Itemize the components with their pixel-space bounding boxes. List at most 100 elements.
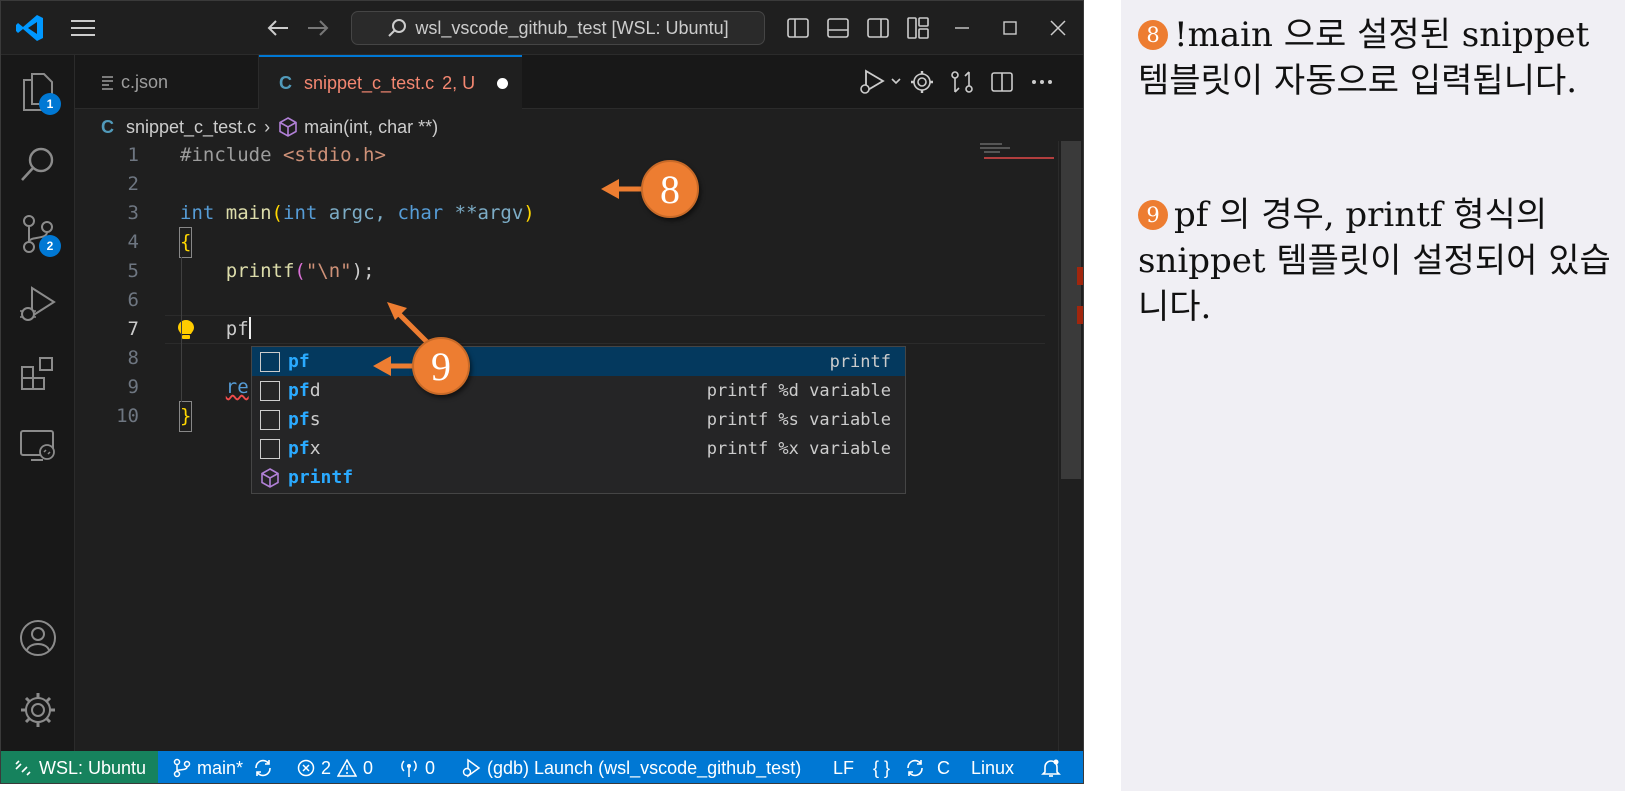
notifications-button[interactable] bbox=[1041, 751, 1061, 783]
run-debug-dropdown[interactable] bbox=[855, 67, 907, 97]
toggle-panel-icon[interactable] bbox=[823, 13, 853, 43]
more-actions-icon[interactable] bbox=[1027, 67, 1057, 97]
suggestion-item[interactable]: pfd printf %d variable bbox=[252, 376, 905, 405]
language-indicator[interactable]: C bbox=[905, 751, 950, 783]
line-end: ); bbox=[351, 260, 375, 282]
error-marker bbox=[1077, 306, 1083, 324]
symbol-method-icon bbox=[279, 117, 297, 137]
indent-guide bbox=[181, 257, 182, 402]
tab-label: c.json bbox=[121, 71, 169, 92]
ports-count: 0 bbox=[425, 757, 436, 778]
suggestion-match: pf bbox=[288, 351, 310, 372]
breadcrumb-symbol[interactable]: main(int, char **) bbox=[304, 117, 438, 138]
tab-c-json[interactable]: c.json bbox=[75, 55, 259, 109]
cursor bbox=[248, 317, 251, 339]
run-debug-button[interactable] bbox=[1, 269, 75, 339]
toggle-secondary-sidebar-icon[interactable] bbox=[863, 13, 893, 43]
typed-text: pf bbox=[225, 318, 249, 340]
remote-explorer-icon bbox=[20, 430, 55, 461]
breadcrumb-file[interactable]: snippet_c_test.c bbox=[126, 117, 256, 138]
customize-layout-icon[interactable] bbox=[903, 13, 933, 43]
bell-icon bbox=[1041, 759, 1061, 777]
suggestion-item[interactable]: pfx printf %x variable bbox=[252, 434, 905, 463]
line-number: 2 bbox=[127, 173, 139, 195]
toggle-sidebar-icon[interactable] bbox=[783, 13, 813, 43]
eol-indicator[interactable]: LF bbox=[833, 751, 854, 783]
partial-return: re bbox=[225, 376, 249, 398]
accounts-button[interactable] bbox=[1, 603, 75, 673]
split-editor-icon[interactable] bbox=[987, 67, 1017, 97]
branch-indicator[interactable]: main* bbox=[173, 751, 273, 783]
editor-tab-bar: c.json C snippet_c_test.c 2, U bbox=[75, 55, 1083, 109]
source-control-button[interactable]: 2 bbox=[1, 199, 75, 269]
line-number: 3 bbox=[127, 202, 139, 224]
error-icon bbox=[297, 759, 315, 777]
back-arrow-icon[interactable] bbox=[263, 13, 293, 43]
debug-launch-indicator[interactable]: (gdb) Launch (wsl_vscode_github_test) bbox=[461, 751, 802, 783]
note-8: 8 !main 으로 설정된 snippet 템블릿이 자동으로 입력됩니다. bbox=[1138, 12, 1618, 104]
note-9: 9 pf 의 경우, printf 형식의 snippet 템플릿이 설정되어 있… bbox=[1138, 192, 1618, 330]
settings-gear-icon[interactable] bbox=[907, 67, 937, 97]
compare-changes-icon[interactable] bbox=[947, 67, 977, 97]
code-line-5: printf("\n"); bbox=[225, 260, 375, 282]
code-line-9: re bbox=[180, 373, 249, 402]
close-brace: } bbox=[178, 401, 193, 432]
search-button[interactable] bbox=[1, 129, 75, 199]
include-directive: #include bbox=[180, 144, 272, 166]
note-text: pf 의 경우, printf 형식의 snippet 템플릿이 설정되어 있습… bbox=[1138, 195, 1611, 327]
close-icon[interactable] bbox=[1043, 13, 1073, 43]
line-number: 6 bbox=[127, 289, 139, 311]
suggestion-item[interactable]: printf bbox=[252, 463, 905, 492]
warning-count: 0 bbox=[363, 757, 374, 778]
param-argv: **argv bbox=[454, 202, 524, 224]
sync-icon bbox=[255, 759, 271, 777]
minimize-icon[interactable] bbox=[947, 13, 977, 43]
remote-indicator[interactable]: WSL: Ubuntu bbox=[1, 751, 158, 783]
problems-indicator[interactable]: 2 0 bbox=[297, 751, 374, 783]
minimap[interactable] bbox=[980, 141, 1054, 171]
explorer-button[interactable]: 1 bbox=[1, 57, 75, 127]
suggestion-detail: printf bbox=[829, 351, 891, 372]
remote-explorer-button[interactable] bbox=[1, 411, 75, 481]
account-icon bbox=[20, 620, 56, 656]
explanation-panel: 8 !main 으로 설정된 snippet 템블릿이 자동으로 입력됩니다. 9… bbox=[1121, 0, 1625, 791]
extensions-button[interactable] bbox=[1, 339, 75, 409]
suggestion-match: pf bbox=[288, 380, 310, 401]
broadcast-icon bbox=[401, 760, 417, 777]
suggestion-item[interactable]: pfs printf %s variable bbox=[252, 405, 905, 434]
branch-label: main* bbox=[197, 757, 244, 778]
brackets-indicator[interactable]: { } bbox=[873, 751, 890, 783]
search-icon bbox=[21, 147, 54, 181]
forward-arrow-icon[interactable] bbox=[303, 13, 333, 43]
code-line-7: pf bbox=[180, 315, 251, 344]
language-label: C bbox=[937, 757, 950, 778]
c-file-icon: C bbox=[279, 72, 292, 93]
suggestion-item[interactable]: pf printf bbox=[252, 347, 905, 376]
tab-status: 2, U bbox=[442, 72, 476, 93]
extensions-icon bbox=[21, 357, 53, 390]
param-argc: argc, bbox=[328, 202, 386, 224]
os-indicator[interactable]: Linux bbox=[971, 751, 1014, 783]
keyword-char: char bbox=[397, 202, 444, 224]
string-literal: "\n" bbox=[305, 260, 352, 282]
manage-button[interactable] bbox=[1, 675, 75, 745]
debug-launch-label: (gdb) Launch (wsl_vscode_github_test) bbox=[487, 757, 802, 778]
suggestion-match: pf bbox=[288, 438, 310, 459]
maximize-icon[interactable] bbox=[995, 13, 1025, 43]
remote-icon bbox=[15, 760, 31, 776]
line-number: 7 bbox=[127, 318, 139, 340]
ports-indicator[interactable]: 0 bbox=[399, 751, 436, 783]
run-debug-icon bbox=[20, 286, 56, 321]
tab-snippet-c-test[interactable]: C snippet_c_test.c 2, U bbox=[259, 55, 522, 109]
gear-icon bbox=[21, 693, 55, 727]
menu-icon[interactable] bbox=[65, 13, 101, 43]
json-file-icon bbox=[102, 76, 113, 90]
tab-label: snippet_c_test.c bbox=[304, 72, 435, 93]
snippet-icon bbox=[260, 438, 280, 459]
breadcrumb: C snippet_c_test.c › main(int, char **) bbox=[101, 113, 438, 141]
unsaved-dot-icon[interactable] bbox=[497, 77, 509, 89]
callout-badge-8: 8 bbox=[641, 160, 699, 218]
command-center-search[interactable]: wsl_vscode_github_test [WSL: Ubuntu] bbox=[351, 11, 765, 45]
suggestion-rest: d bbox=[309, 380, 321, 401]
line-number: 10 bbox=[116, 405, 139, 427]
